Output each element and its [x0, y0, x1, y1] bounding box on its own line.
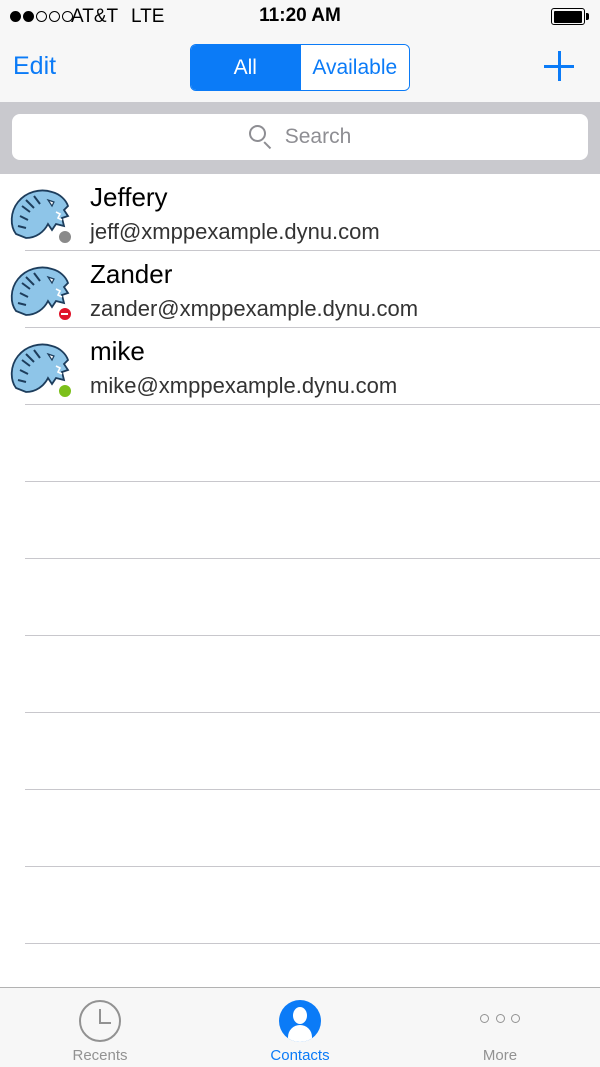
contact-row[interactable]: Jeffery jeff@xmppexample.dynu.com [0, 174, 600, 251]
empty-row [0, 405, 600, 482]
battery-icon [551, 8, 589, 25]
tab-recents[interactable]: Recents [0, 988, 200, 1067]
search-icon [248, 125, 273, 150]
empty-row [0, 713, 600, 790]
empty-list-area [0, 405, 600, 944]
empty-row [0, 559, 600, 636]
tab-label: Contacts [270, 1047, 330, 1064]
contact-name: mike [90, 336, 145, 366]
contact-name: Zander [90, 259, 173, 289]
contact-row[interactable]: mike mike@xmppexample.dynu.com [0, 328, 600, 405]
contact-row[interactable]: Zander zander@xmppexample.dynu.com [0, 251, 600, 328]
search-bar-container: Search [0, 102, 600, 174]
empty-row [0, 482, 600, 559]
tab-more[interactable]: More [400, 988, 600, 1067]
edit-button[interactable]: Edit [13, 52, 56, 81]
clock-icon [79, 1000, 121, 1042]
empty-row [0, 790, 600, 867]
presence-busy-icon [58, 307, 72, 321]
tab-contacts[interactable]: Contacts [200, 988, 400, 1067]
presence-filter-segmented-control: All Available [190, 44, 410, 91]
search-input[interactable]: Search [12, 114, 588, 160]
search-placeholder: Search [284, 125, 352, 148]
empty-row [0, 867, 600, 944]
segment-all[interactable]: All [191, 45, 300, 90]
presence-available-icon [58, 384, 72, 398]
more-icon [480, 1014, 520, 1024]
person-icon [279, 1000, 321, 1042]
status-bar: AT&T LTE 11:20 AM [0, 0, 600, 34]
segment-available[interactable]: Available [299, 45, 409, 90]
contact-list: Jeffery jeff@xmppexample.dynu.com Zander… [0, 174, 600, 405]
tab-bar: Recents Contacts More [0, 987, 600, 1067]
status-time: 11:20 AM [259, 5, 341, 26]
presence-offline-icon [58, 230, 72, 244]
add-contact-button[interactable] [542, 49, 576, 83]
contact-name: Jeffery [90, 182, 168, 212]
tab-label: More [482, 1047, 518, 1064]
contact-jid: mike@xmppexample.dynu.com [90, 373, 398, 398]
empty-row [0, 636, 600, 713]
contact-jid: jeff@xmppexample.dynu.com [90, 219, 380, 244]
navigation-bar: Edit All Available [0, 34, 600, 102]
tab-label: Recents [72, 1047, 128, 1064]
contact-jid: zander@xmppexample.dynu.com [90, 296, 419, 321]
